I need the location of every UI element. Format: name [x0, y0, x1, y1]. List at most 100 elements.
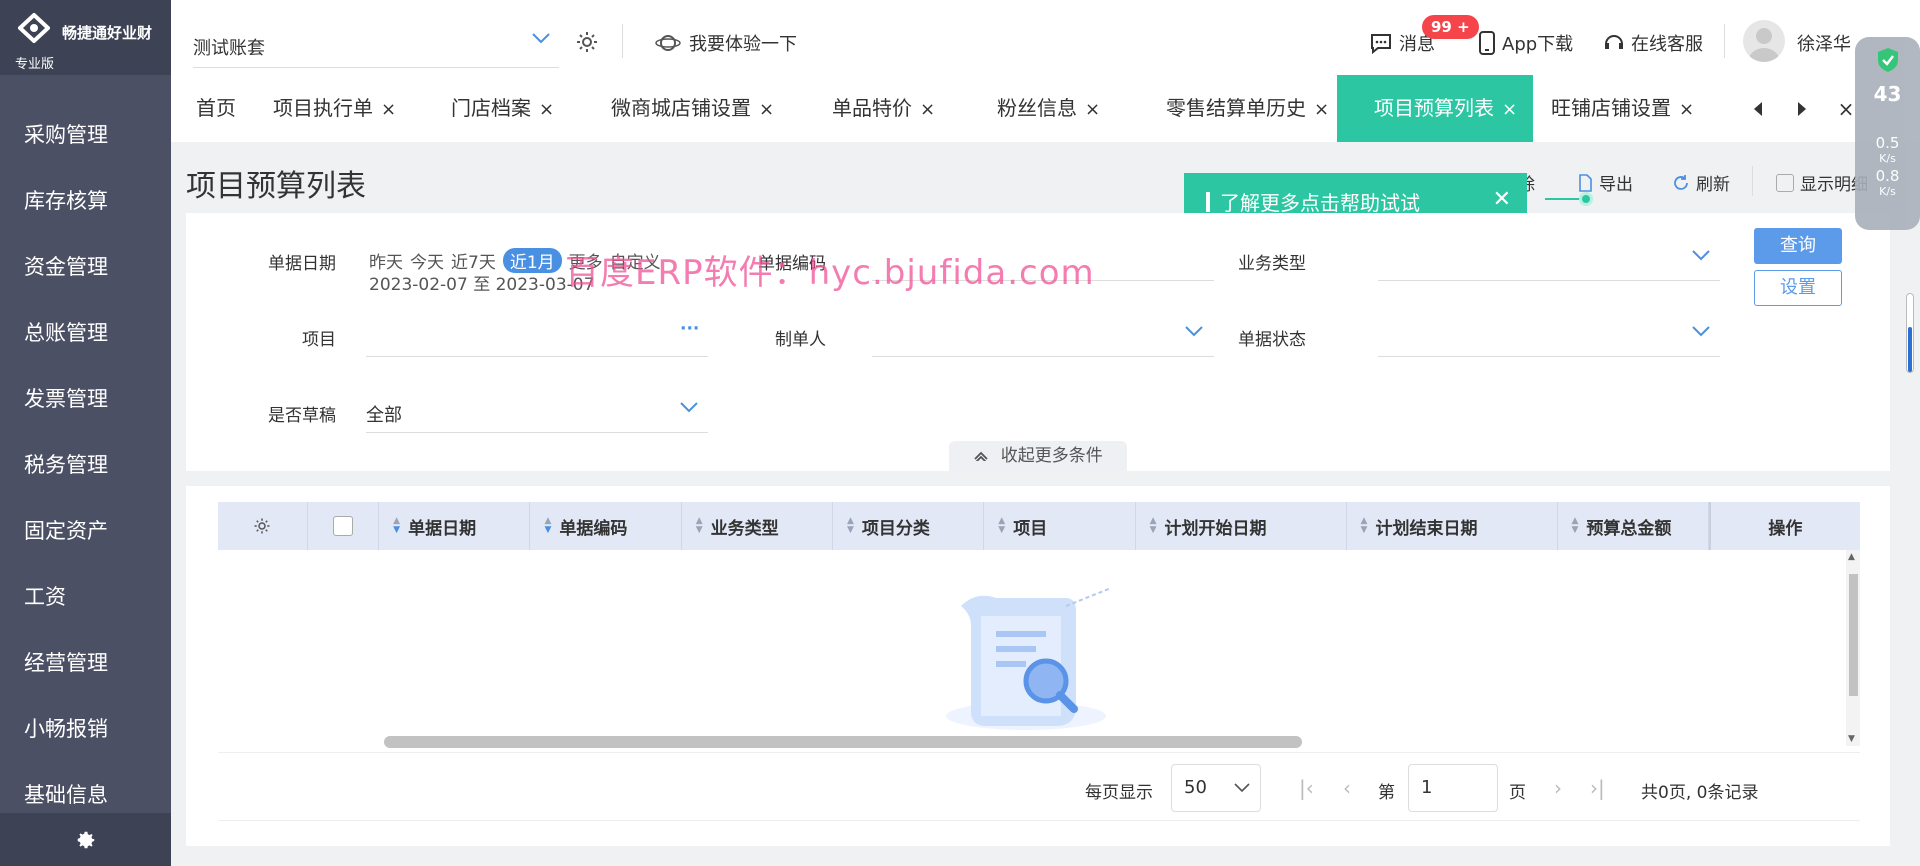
column-header-label: 项目 [1013, 518, 1048, 539]
refresh-icon [1674, 174, 1688, 190]
shield-icon [1877, 48, 1898, 72]
tab[interactable]: 微商城店铺设置 × [611, 75, 774, 142]
app-download-link[interactable]: App下载 [1478, 30, 1573, 56]
scroll-up-arrow[interactable]: ▲ [1848, 552, 1855, 562]
tab[interactable]: 单品特价 × [832, 75, 935, 142]
column-header[interactable]: ▲ ▼ 预算总金额 [1558, 502, 1709, 550]
sort-icon[interactable]: ▲ ▼ [847, 517, 854, 535]
gear-icon [77, 831, 94, 848]
date-range: 2023-02-07 至 2023-03-07 [369, 275, 595, 295]
horizontal-scroll-thumb[interactable] [384, 736, 1302, 748]
tab[interactable]: 项目预算列表 × [1337, 75, 1534, 142]
try-experience-link[interactable]: 我要体验一下 [655, 30, 797, 56]
first-page-button[interactable]: |‹ [1299, 776, 1314, 800]
tab-close-icon[interactable]: × [759, 99, 774, 120]
page-input[interactable]: 1 [1408, 764, 1498, 812]
sort-icon[interactable]: ▲ ▼ [544, 517, 551, 535]
tab-scroll-right[interactable] [1780, 75, 1824, 142]
avatar[interactable] [1743, 20, 1785, 62]
sort-icon[interactable]: ▲ ▼ [393, 517, 400, 535]
select-all-checkbox[interactable] [332, 516, 353, 536]
tab-close-icon[interactable]: × [539, 99, 554, 120]
per-page-value: 50 [1184, 777, 1207, 798]
chevron-down-icon[interactable] [1691, 249, 1711, 261]
tab-close-icon[interactable]: × [1679, 99, 1694, 120]
collapse-filters-button[interactable]: 收起更多条件 [949, 441, 1127, 471]
column-header[interactable]: ▲ ▼ 项目分类 [833, 502, 985, 550]
project-more-button[interactable]: ··· [680, 319, 699, 339]
tab-close-icon[interactable]: × [1314, 99, 1329, 120]
draft-select[interactable] [366, 432, 708, 433]
tab-close-icon[interactable]: × [381, 99, 396, 120]
project-label: 项目 [302, 330, 336, 350]
column-header[interactable]: ▲ ▼ 单据编码 [530, 502, 682, 550]
tab-close-icon[interactable]: × [1085, 99, 1100, 120]
biz-type-select[interactable] [1378, 280, 1720, 281]
sidebar-item[interactable]: 发票管理 [0, 366, 171, 432]
settings-button[interactable]: 设置 [1754, 270, 1842, 306]
draft-label: 是否草稿 [268, 406, 336, 426]
sidebar-item[interactable]: 税务管理 [0, 432, 171, 498]
tab-close-icon[interactable]: × [920, 99, 935, 120]
next-page-button[interactable]: › [1554, 776, 1562, 800]
per-page-select[interactable]: 50 [1171, 764, 1261, 812]
tab[interactable]: 粉丝信息 × [997, 75, 1100, 142]
status-select[interactable] [1378, 356, 1720, 357]
sidebar-settings-button[interactable] [0, 813, 171, 866]
sort-icon[interactable]: ▲ ▼ [1361, 517, 1368, 535]
export-label: 导出 [1599, 175, 1633, 195]
sidebar-item[interactable]: 总账管理 [0, 300, 171, 366]
chevron-down-icon[interactable] [679, 401, 699, 413]
project-input[interactable] [366, 356, 708, 357]
sort-icon[interactable]: ▲ ▼ [998, 517, 1005, 535]
tab[interactable]: 零售结算单历史 × [1166, 75, 1329, 142]
tab-label: 单品特价 [832, 96, 912, 120]
date-label: 单据日期 [268, 254, 336, 274]
sidebar-item[interactable]: 库存核算 [0, 168, 171, 234]
column-header[interactable]: ▲ ▼ 计划开始日期 [1136, 502, 1347, 550]
prev-page-button[interactable]: ‹ [1343, 776, 1351, 800]
support-link[interactable]: 在线客服 [1603, 30, 1703, 56]
network-monitor-widget[interactable]: 43 0.5 K/s 0.8 K/s [1855, 37, 1920, 230]
tab[interactable]: 项目执行单 × [273, 75, 396, 142]
sort-icon[interactable]: ▲ ▼ [696, 517, 703, 535]
vertical-scroll-thumb[interactable] [1849, 574, 1858, 696]
sidebar-item[interactable]: 采购管理 [0, 102, 171, 168]
chevron-down-icon[interactable] [1691, 325, 1711, 337]
scroll-down-arrow[interactable]: ▼ [1848, 734, 1855, 744]
tab[interactable]: 门店档案 × [451, 75, 554, 142]
sidebar-item[interactable]: 工资 [0, 564, 171, 630]
column-header[interactable]: 操作 [1708, 502, 1860, 550]
creator-select[interactable] [872, 356, 1214, 357]
tab-label: 旺铺店铺设置 [1551, 96, 1671, 120]
toast-close-icon[interactable]: ✕ [1493, 187, 1511, 212]
sort-icon[interactable]: ▲ ▼ [1572, 517, 1579, 535]
brand-logo[interactable]: 畅捷通好业财 专业版 [0, 0, 171, 75]
column-header[interactable]: ▲ ▼ 单据日期 [379, 502, 531, 550]
tab-scroll-left[interactable] [1736, 75, 1780, 142]
sidebar-item[interactable]: 经营管理 [0, 630, 171, 696]
account-gear-icon[interactable] [575, 30, 599, 54]
last-page-button[interactable]: ›| [1590, 776, 1605, 800]
sidebar-item[interactable]: 资金管理 [0, 234, 171, 300]
column-header[interactable]: ▲ ▼ 业务类型 [682, 502, 833, 550]
sort-icon[interactable]: ▲ ▼ [1150, 517, 1157, 535]
tab-close-icon[interactable]: × [1502, 99, 1517, 120]
column-header[interactable]: ▲ ▼ 计划结束日期 [1347, 502, 1558, 550]
column-settings[interactable] [218, 502, 308, 550]
column-header[interactable]: ▲ ▼ 项目 [984, 502, 1136, 550]
query-button[interactable]: 查询 [1754, 228, 1842, 264]
tab[interactable]: 旺铺店铺设置 × [1551, 75, 1694, 142]
tab[interactable]: 首页 [196, 75, 236, 142]
side-thermometer[interactable] [1906, 293, 1914, 373]
show-detail-checkbox[interactable] [1776, 173, 1794, 192]
sidebar: 畅捷通好业财 专业版 采购管理 库存核算 资金管理 总账管理 发票管理 税务管理 固定资产工… [0, 0, 171, 866]
user-name[interactable]: 徐泽华 [1797, 30, 1851, 56]
account-select[interactable]: 测试账套 [193, 24, 559, 68]
sidebar-item[interactable]: 固定资产 [0, 498, 171, 564]
draft-value[interactable]: 全部 [366, 401, 402, 427]
column-header-label: 业务类型 [710, 518, 779, 539]
chevron-down-icon [532, 33, 550, 44]
sidebar-item[interactable]: 小畅报销 [0, 696, 171, 762]
refresh-button[interactable]: 刷新 [1672, 170, 1730, 195]
